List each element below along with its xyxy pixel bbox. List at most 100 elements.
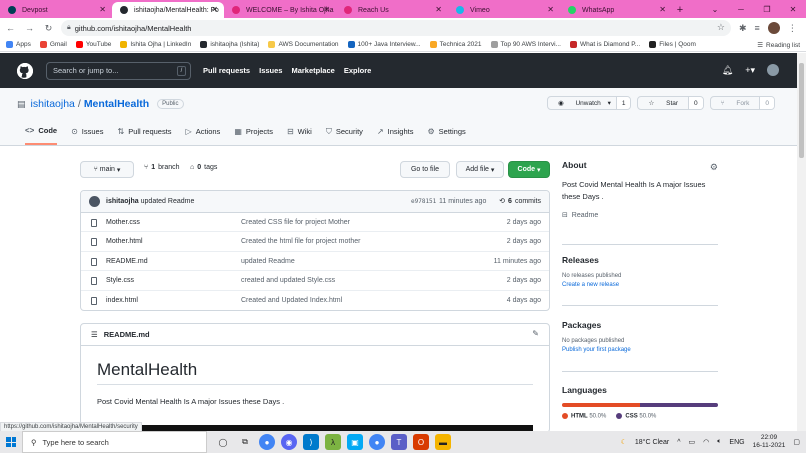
nav-issues[interactable]: Issues <box>259 66 282 75</box>
file-name-link[interactable]: index.html <box>106 297 138 304</box>
readme-filename[interactable]: README.md <box>104 330 150 339</box>
commit-hash[interactable]: e978151 <box>411 198 436 205</box>
task-view-icon[interactable]: ⧉ <box>237 434 253 450</box>
file-name-link[interactable]: Style.css <box>106 277 134 284</box>
file-explorer-icon[interactable]: ▬ <box>435 434 451 450</box>
bookmark-apps[interactable]: Apps <box>6 41 31 48</box>
network-icon[interactable]: ▭ <box>688 438 695 446</box>
file-commit-message[interactable]: updated Readme <box>241 258 295 265</box>
repo-name-link[interactable]: MentalHealth <box>84 98 149 110</box>
browser-tab[interactable]: Devpost ✕ <box>0 2 112 18</box>
browser-tab[interactable]: Vimeo ✕ <box>448 2 560 18</box>
office-icon[interactable]: O <box>413 434 429 450</box>
new-tab-button[interactable]: + <box>672 2 688 18</box>
minimize-icon[interactable]: ─ <box>728 0 754 18</box>
taskbar-search-input[interactable]: ⚲ Type here to search <box>22 431 207 453</box>
file-commit-message[interactable]: Created and Updated Index.html <box>241 297 342 304</box>
tab-projects[interactable]: ▦ Projects <box>234 126 273 145</box>
branches-link[interactable]: ⑂ 1 branch <box>144 164 180 171</box>
tray-chevron-icon[interactable]: ^ <box>677 439 680 446</box>
bookmark-qoom[interactable]: Files | Qoom <box>649 41 696 48</box>
stars-count[interactable]: 0 <box>688 97 703 109</box>
bookmark-gmail[interactable]: Gmail <box>39 41 67 48</box>
file-commit-message[interactable]: Created CSS file for project Mother <box>241 219 350 226</box>
commits-link[interactable]: ⟲ 6 commits <box>499 197 541 206</box>
packages-heading[interactable]: Packages <box>562 320 718 330</box>
github-logo-icon[interactable] <box>17 62 33 79</box>
bookmark-java[interactable]: 100+ Java Interview... <box>347 41 421 48</box>
star-button[interactable]: ☆ Star 0 <box>637 96 704 110</box>
volume-icon[interactable]: 🔈︎ <box>717 438 721 446</box>
file-name-link[interactable]: Mother.html <box>106 238 143 245</box>
repo-owner-link[interactable]: ishitaojha <box>31 98 75 110</box>
extensions-icon[interactable]: ✱ <box>739 23 747 34</box>
code-download-button[interactable]: Code ▾ <box>508 161 550 178</box>
menu-icon[interactable]: ⋮ <box>788 23 797 34</box>
tab-wiki[interactable]: ⊟ Wiki <box>287 126 312 145</box>
add-file-button[interactable]: Add file ▾ <box>456 161 504 178</box>
store-icon[interactable]: ▣ <box>347 434 363 450</box>
file-commit-message[interactable]: created and updated Style.css <box>241 277 335 284</box>
chrome-profile-icon[interactable]: ● <box>369 434 385 450</box>
browser-tab[interactable]: WhatsApp ✕ <box>560 2 672 18</box>
browser-tab-active[interactable]: ishitaojha/MentalHealth: Fo ✕ <box>112 2 224 18</box>
watchers-count[interactable]: 1 <box>615 97 631 109</box>
start-button[interactable] <box>0 437 22 447</box>
unwatch-button[interactable]: ◉ Unwatch ▾ 1 <box>546 96 632 110</box>
tab-insights[interactable]: ↗ Insights <box>377 126 414 145</box>
restore-icon[interactable]: ❐ <box>754 0 780 18</box>
readme-link[interactable]: ⊟ Readme <box>562 211 718 219</box>
bookmark-aws[interactable]: AWS Documentation <box>268 41 339 48</box>
language-item-css[interactable]: CSS 50.0% <box>616 413 656 420</box>
create-new-plus-icon[interactable]: +▾ <box>745 65 755 76</box>
close-icon[interactable]: ✕ <box>435 5 442 14</box>
list-icon[interactable]: ☰ <box>91 330 98 339</box>
close-icon[interactable]: ✕ <box>659 5 666 14</box>
weather-icon[interactable]: ☾ <box>621 438 627 446</box>
close-icon[interactable]: ✕ <box>211 5 218 14</box>
wifi-icon[interactable]: ◠ <box>703 438 709 446</box>
commit-message[interactable]: updated Readme <box>141 198 195 205</box>
nav-marketplace[interactable]: Marketplace <box>291 66 334 75</box>
back-icon[interactable]: ← <box>2 20 19 37</box>
teams-icon[interactable]: T <box>391 434 407 450</box>
fork-button[interactable]: ⑂ Fork 0 <box>709 96 775 110</box>
bookmark-diamond[interactable]: What is Diamond P... <box>569 41 640 48</box>
forks-count[interactable]: 0 <box>759 97 774 109</box>
lock-icon[interactable]: 🔒︎ <box>67 24 71 32</box>
page-scrollbar[interactable] <box>797 53 806 431</box>
chrome-icon[interactable]: ● <box>259 434 275 450</box>
file-name-link[interactable]: Mother.css <box>106 219 140 226</box>
file-name-link[interactable]: README.md <box>106 258 148 265</box>
weather-text[interactable]: 18°C Clear <box>635 439 669 446</box>
clock[interactable]: 22:09 16-11-2021 <box>753 434 786 450</box>
go-to-file-button[interactable]: Go to file <box>400 161 450 178</box>
close-icon[interactable]: ✕ <box>99 5 106 14</box>
branch-select-button[interactable]: ⑂ main ▾ <box>80 161 134 178</box>
notifications-bell-icon[interactable]: 🔔︎ <box>722 65 733 76</box>
tab-actions[interactable]: ▷ Actions <box>186 126 221 145</box>
notifications-icon[interactable]: ▢ <box>793 438 800 446</box>
tab-settings[interactable]: ⚙ Settings <box>428 126 466 145</box>
bookmark-linkedin[interactable]: Ishita Ojha | LinkedIn <box>120 41 191 48</box>
tab-search-icon[interactable]: ⌄ <box>702 0 728 18</box>
releases-heading[interactable]: Releases <box>562 255 718 265</box>
close-icon[interactable]: ✕ <box>547 5 554 14</box>
tags-link[interactable]: ⌂ 0 tags <box>190 164 217 171</box>
create-release-link[interactable]: Create a new release <box>562 282 718 288</box>
bookmark-aws-interview[interactable]: Top 90 AWS Intervi... <box>490 41 561 48</box>
close-icon[interactable]: ✕ <box>323 5 330 14</box>
browser-tab[interactable]: WELCOME – By Ishita Ojha ✕ <box>224 2 336 18</box>
cortana-icon[interactable]: ◯ <box>215 434 231 450</box>
tab-code[interactable]: <> Code <box>25 126 58 145</box>
language-indicator[interactable]: ENG <box>729 439 744 446</box>
github-search-input[interactable]: Search or jump to... / <box>46 61 191 80</box>
edit-pencil-icon[interactable]: ✎ <box>532 329 539 338</box>
file-commit-message[interactable]: Created the html file for project mother <box>241 238 360 245</box>
browser-tab[interactable]: Reach Us ✕ <box>336 2 448 18</box>
discord-icon[interactable]: ◉ <box>281 434 297 450</box>
bookmark-technica[interactable]: Technica 2021 <box>429 41 482 48</box>
close-window-icon[interactable]: ✕ <box>780 0 806 18</box>
profile-avatar[interactable] <box>767 22 780 34</box>
author-avatar[interactable] <box>89 196 100 207</box>
